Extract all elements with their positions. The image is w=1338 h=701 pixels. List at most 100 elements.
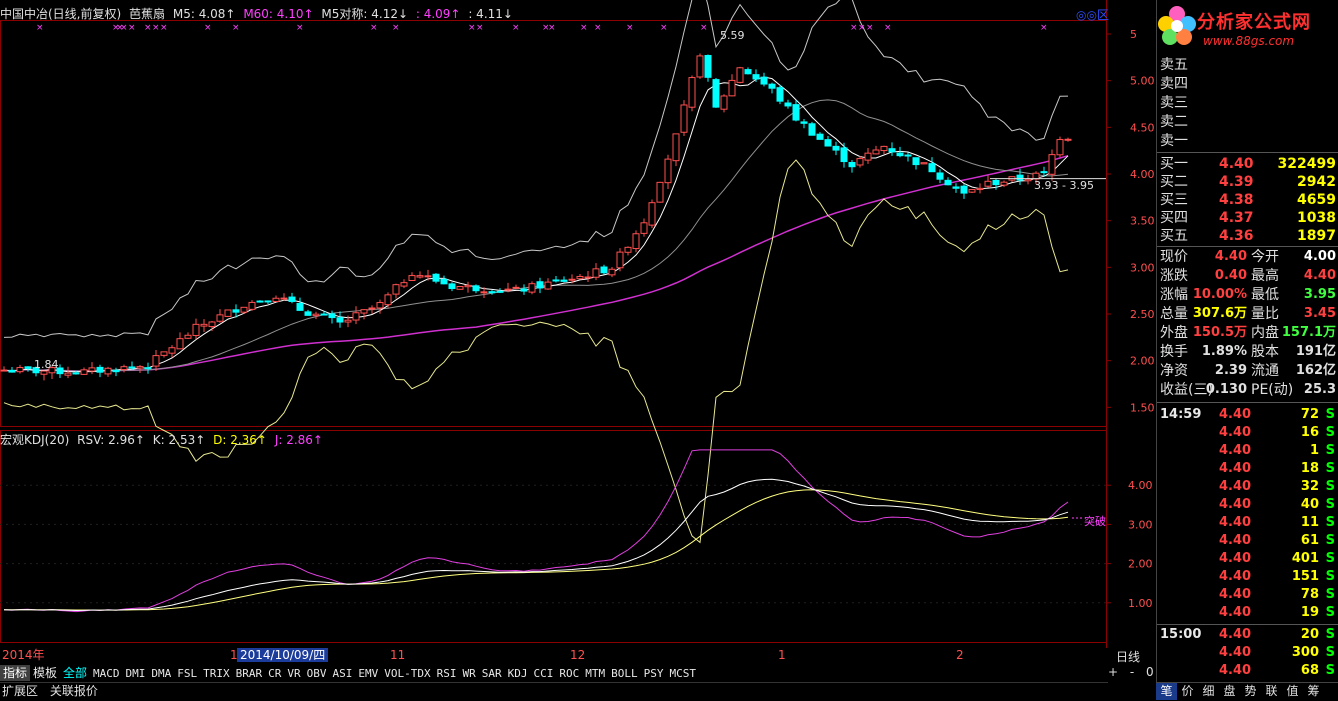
indicator-tab[interactable]: RSI [434,666,460,682]
indicator-tab[interactable]: VOL-TDX [381,666,433,682]
low-annotation: 1.84 [34,358,59,371]
candle-body [584,276,592,279]
tick-time: 15:00 [1160,627,1202,642]
indicator-tab[interactable]: FSL [174,666,200,682]
candle-body [528,283,536,293]
site-name: 分析家公式网 [1197,12,1311,33]
indicator-tab[interactable]: MTM [582,666,608,682]
candle-body [152,355,160,367]
indicator-tab[interactable]: CR [265,666,284,682]
value-1: : 4.09↑ [415,7,461,21]
candle-body [200,323,208,327]
zone-label: ◎◎区 [1076,8,1109,22]
candle-body [440,278,448,285]
date-label: 1 [778,648,786,662]
candle-body [824,139,832,147]
period-label[interactable]: 日线 [1116,648,1140,665]
candle-body [656,181,664,203]
indicator-tab[interactable]: 模板 [30,665,60,681]
candle-body [80,369,88,375]
indicator-tab[interactable]: WR [460,666,479,682]
range-annotation: 3.93 - 3.95 [1034,179,1094,192]
panel-tab[interactable]: 筹 [1303,683,1324,700]
indicator-tab[interactable]: 指标 [0,665,31,681]
candle-body [456,286,464,290]
signal-marker: × [884,23,892,33]
signal-marker: × [152,23,160,33]
tick-row: 15:00 4.40 20 S [1157,626,1338,644]
indicator-tab[interactable]: 全部 [60,665,90,681]
buy-level-volume: 1038 [1297,210,1336,226]
candle-body [544,281,552,290]
indicator-tab[interactable]: KDJ [505,666,531,682]
panel-tab[interactable]: 价 [1177,683,1198,700]
panel-tab[interactable]: 盘 [1219,683,1240,700]
indicator-name: 芭蕉扇 [129,7,166,21]
indicator-tab[interactable]: TRIX [200,666,233,682]
separator [1157,402,1338,403]
indicator-tab[interactable]: BRAR [233,666,266,682]
candle-body [216,314,224,322]
candle-body [224,309,232,317]
candle-body [944,179,952,186]
indicator-tab[interactable]: PSY [641,666,667,682]
stat-label: 流通 [1251,363,1279,379]
candle-body [392,284,400,295]
indicator-tab[interactable]: MACD [90,666,123,682]
panel-tab[interactable]: 联 [1261,683,1282,700]
candle-body [856,158,864,166]
panel-tab[interactable]: 值 [1282,683,1303,700]
sell-level-row: 卖一 [1157,132,1338,150]
kdj-tick-label: 2.00 [1128,558,1153,571]
candle-body [424,275,432,278]
candle-body [296,302,304,311]
indicator-tab[interactable]: MCST [667,666,700,682]
signal-marker: × [204,23,212,33]
stat-label: 净资 [1160,363,1188,379]
stock-name: 中国中冶(日线,前复权) [0,7,122,21]
indicator-tab[interactable]: EMV [355,666,381,682]
extension-area-tab[interactable]: 扩展区 [2,684,38,698]
candle-body [488,291,496,294]
tick-price: 4.40 [1219,587,1252,602]
breakout-annotation: 突破 [1084,515,1106,528]
related-quote-tab[interactable]: 关联报价 [50,684,98,698]
indicator-tab[interactable]: DMA [148,666,174,682]
candle-body [8,369,16,373]
indicator-tab[interactable]: VR [284,666,303,682]
candle-body [736,67,744,83]
panel-tab[interactable]: 笔 [1156,683,1177,700]
candle-body [280,297,288,300]
price-panel-header: 中国中冶(日线,前复权) 芭蕉扇 M5: 4.08↑ M60: 4.10↑ M5… [0,6,517,22]
indicator-tab[interactable]: SAR [479,666,505,682]
zoom-controls[interactable]: + - 0 [1108,665,1158,679]
indicator-tab[interactable]: CCI [531,666,557,682]
panel-tab[interactable]: 细 [1198,683,1219,700]
stat-label: PE(动) [1251,382,1294,398]
candle-body [336,317,344,323]
indicator-tab[interactable]: ROC [556,666,582,682]
candle-body [360,309,368,314]
tick-side: S [1325,443,1335,458]
buy-level-volume: 4659 [1297,192,1336,208]
indicator-tab[interactable]: DMI [123,666,149,682]
indicator-tab[interactable]: ASI [330,666,356,682]
candle-body [176,338,184,350]
chart-area[interactable]: 5 5.00 4.50 4.00 3.50 3.00 2.50 2.00 1.50 4.00 3.0… [0,0,1156,648]
stat-label: 现价 [1160,249,1188,265]
panel-tab[interactable]: 势 [1240,683,1261,700]
tick-volume: 78 [1300,587,1319,602]
kdj-k: K: 2.53↑ [152,433,206,447]
tick-side: S [1325,627,1335,642]
date-axis: 2014年 1 2014/10/09/四 11 12 1 2 [0,648,1108,662]
sell-level-row: 卖三 [1157,94,1338,112]
tick-price: 4.40 [1219,497,1252,512]
candle-body [352,312,360,321]
indicator-tab[interactable]: BOLL [608,666,641,682]
candle-body [480,291,488,294]
price-panel-border [0,20,1107,427]
candle-body [744,69,752,75]
kdj-panel-header: 宏观KDJ(20) RSV: 2.96↑ K: 2.53↑ D: 2.36↑ J… [0,432,327,448]
indicator-tab[interactable]: OBV [304,666,330,682]
candle-body [848,161,856,168]
